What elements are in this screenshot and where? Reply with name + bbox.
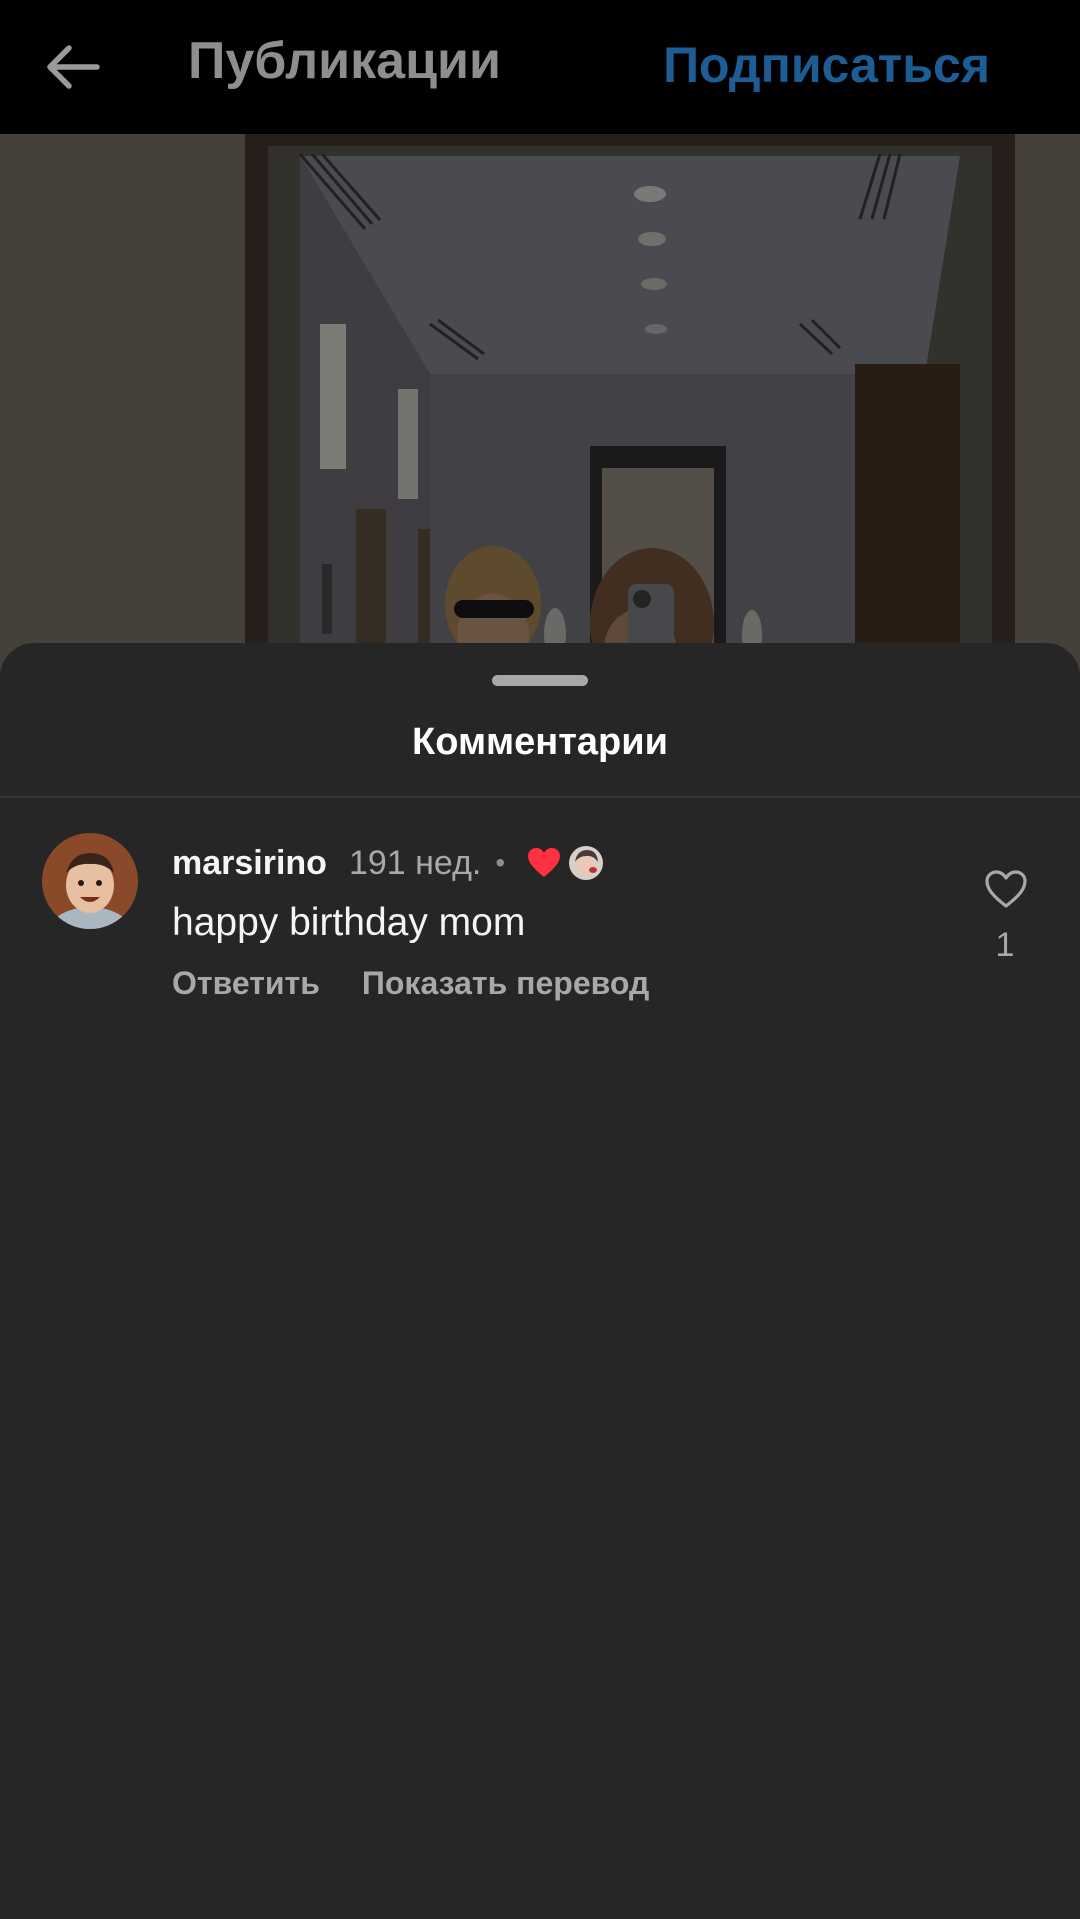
page-title: Публикации [188,32,501,90]
back-button[interactable] [30,24,116,110]
comment-actions: Ответить Показать перевод [172,963,649,1003]
post-photo-image [0,134,1080,694]
heart-outline-icon [985,870,1027,908]
comment-item: marsirino 191 нед. • happy birthday mom … [0,833,1080,1033]
meta-separator: • [495,847,506,878]
show-translation-button[interactable]: Показать перевод [362,963,649,1003]
arrow-left-icon [47,45,100,89]
like-count: 1 [995,926,1015,964]
reply-button[interactable]: Ответить [172,963,320,1003]
post-author-avatar [569,846,604,880]
avatar-image [42,833,138,929]
sheet-title: Комментарии [412,721,668,763]
comments-sheet: Комментарии marsirino 191 нед. • happy b… [0,643,1080,1919]
divider [0,796,1080,798]
post-photo [0,134,1080,694]
drag-handle[interactable] [492,675,588,686]
comment-username[interactable]: marsirino [172,844,327,883]
comment-time: 191 нед. [348,843,482,882]
heart-filled-icon [527,846,561,880]
comment-text: happy birthday mom [172,901,526,944]
follow-button[interactable]: Подписаться [663,34,990,96]
screen: Публикации Подписаться Комментарии marsi… [0,0,1080,1919]
avatar[interactable] [42,833,138,929]
comment-meta: marsirino 191 нед. • [172,839,604,887]
top-bar: Публикации Подписаться [0,0,1080,134]
like-button[interactable] [980,863,1032,915]
